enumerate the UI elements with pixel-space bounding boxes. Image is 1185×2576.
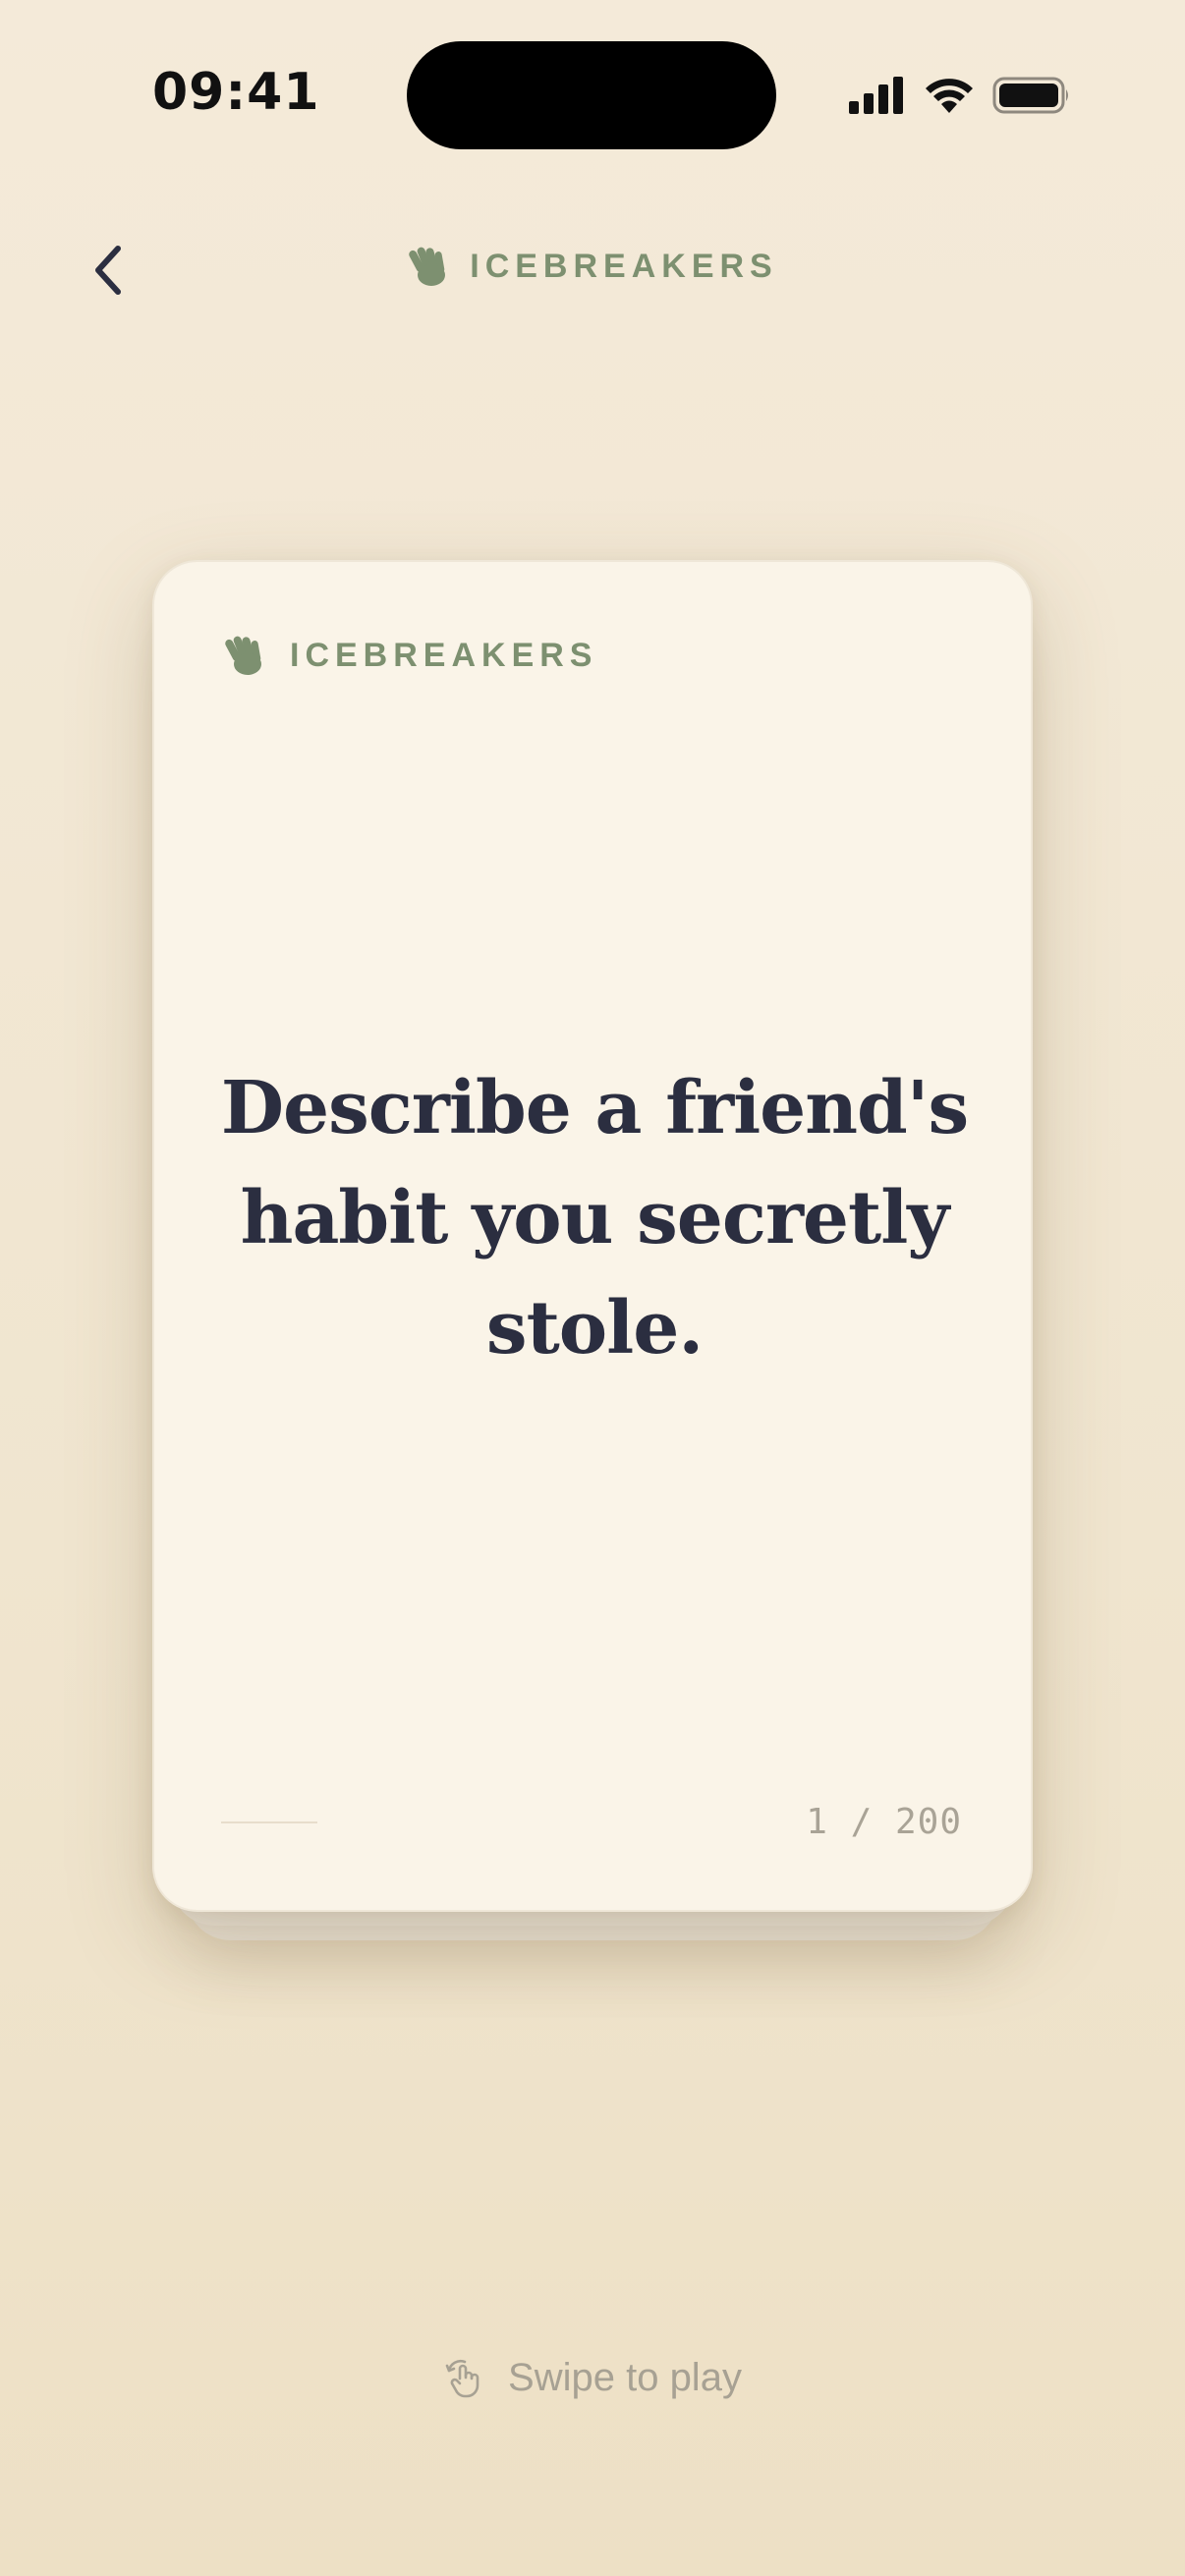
- swipe-hand-icon: [445, 2359, 480, 2397]
- swipe-hint: Swipe to play: [0, 2356, 1185, 2400]
- waving-hand-icon: [409, 247, 446, 286]
- status-icons: [847, 71, 1071, 120]
- wifi-icon: [926, 79, 973, 113]
- card-brand-text: ICEBREAKERS: [290, 636, 598, 674]
- question-card[interactable]: ICEBREAKERS Describe a friend's habit yo…: [152, 560, 1033, 1912]
- nav-title-text: ICEBREAKERS: [470, 247, 778, 285]
- card-question: Describe a friend's habit you secretly s…: [220, 1066, 969, 1371]
- signal-icon: [849, 77, 903, 114]
- swipe-hint-text: Swipe to play: [508, 2356, 742, 2399]
- card-counter: 1 / 200: [806, 1802, 962, 1842]
- dynamic-island: [407, 41, 776, 149]
- battery-icon: [992, 77, 1068, 114]
- status-time: 09:41: [152, 63, 320, 122]
- nav-title: ICEBREAKERS: [0, 244, 1185, 289]
- card-stack[interactable]: ICEBREAKERS Describe a friend's habit yo…: [152, 560, 1033, 1945]
- card-divider: [221, 1821, 317, 1823]
- status-bar: 09:41: [0, 0, 1185, 187]
- waving-hand-icon: [225, 636, 261, 675]
- card-brand: ICEBREAKERS: [223, 633, 597, 678]
